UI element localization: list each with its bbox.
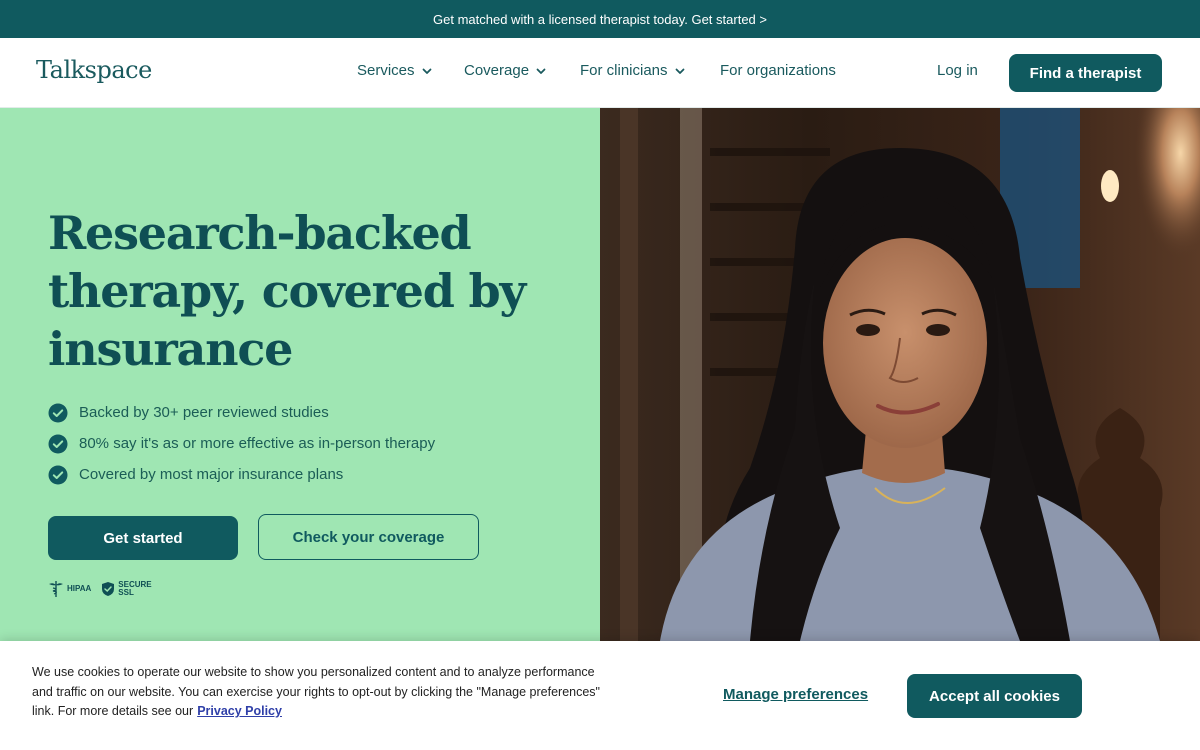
cookie-message: We use cookies to operate our website to…: [32, 663, 607, 722]
top-nav: Talkspace Services Coverage For clinicia…: [0, 38, 1200, 108]
check-circle-icon: [48, 403, 68, 422]
accept-all-cookies-button[interactable]: Accept all cookies: [907, 674, 1082, 718]
nav-coverage[interactable]: Coverage: [464, 62, 547, 79]
nav-for-clinicians-label: For clinicians: [580, 62, 668, 79]
hipaa-caduceus-icon: [49, 581, 63, 597]
hipaa-label: HIPAA: [67, 584, 92, 593]
nav-for-organizations-label: For organizations: [720, 62, 836, 79]
get-started-button[interactable]: Get started: [48, 516, 238, 560]
portrait-image: [600, 108, 1200, 641]
secure-ssl-badge: SECURE SSL: [101, 581, 152, 597]
promo-banner[interactable]: Get matched with a licensed therapist to…: [0, 0, 1200, 38]
privacy-policy-link[interactable]: Privacy Policy: [197, 704, 282, 718]
ssl-label: SSL: [118, 588, 134, 597]
trust-badges: HIPAA SECURE SSL: [48, 580, 152, 598]
chevron-down-icon: [675, 68, 684, 74]
benefit-item: Backed by 30+ peer reviewed studies: [48, 397, 435, 428]
benefit-item: Covered by most major insurance plans: [48, 459, 435, 490]
cookie-text: We use cookies to operate our website to…: [32, 665, 600, 718]
benefit-text: Covered by most major insurance plans: [79, 466, 344, 483]
hipaa-badge: HIPAA: [48, 580, 91, 598]
nav-services-label: Services: [357, 62, 415, 79]
benefit-item: 80% say it's as or more effective as in-…: [48, 428, 435, 459]
promo-text: Get matched with a licensed therapist to…: [433, 11, 767, 27]
shield-check-icon: [102, 582, 115, 596]
benefit-text: 80% say it's as or more effective as in-…: [79, 435, 436, 452]
hero-section: Research-backed therapy, covered by insu…: [0, 108, 600, 641]
find-therapist-button[interactable]: Find a therapist: [1009, 54, 1162, 92]
check-circle-icon: [48, 465, 68, 484]
nav-coverage-label: Coverage: [464, 62, 530, 79]
chevron-down-icon: [536, 68, 546, 74]
check-coverage-button[interactable]: Check your coverage: [258, 514, 479, 560]
login-link[interactable]: Log in: [937, 62, 978, 79]
chevron-down-icon: [422, 68, 431, 74]
manage-preferences-link[interactable]: Manage preferences: [723, 686, 868, 703]
nav-services[interactable]: Services: [357, 62, 433, 79]
nav-for-organizations[interactable]: For organizations: [720, 62, 836, 79]
check-circle-icon: [48, 434, 68, 453]
cookie-banner: We use cookies to operate our website to…: [0, 641, 1200, 750]
nav-for-clinicians[interactable]: For clinicians: [580, 62, 686, 79]
talkspace-logo[interactable]: Talkspace: [36, 56, 152, 84]
hero-photo: [600, 108, 1200, 641]
hero-benefits-list: Backed by 30+ peer reviewed studies 80% …: [48, 397, 435, 490]
benefit-text: Backed by 30+ peer reviewed studies: [79, 404, 329, 421]
hero-headline: Research-backed therapy, covered by insu…: [48, 206, 526, 376]
